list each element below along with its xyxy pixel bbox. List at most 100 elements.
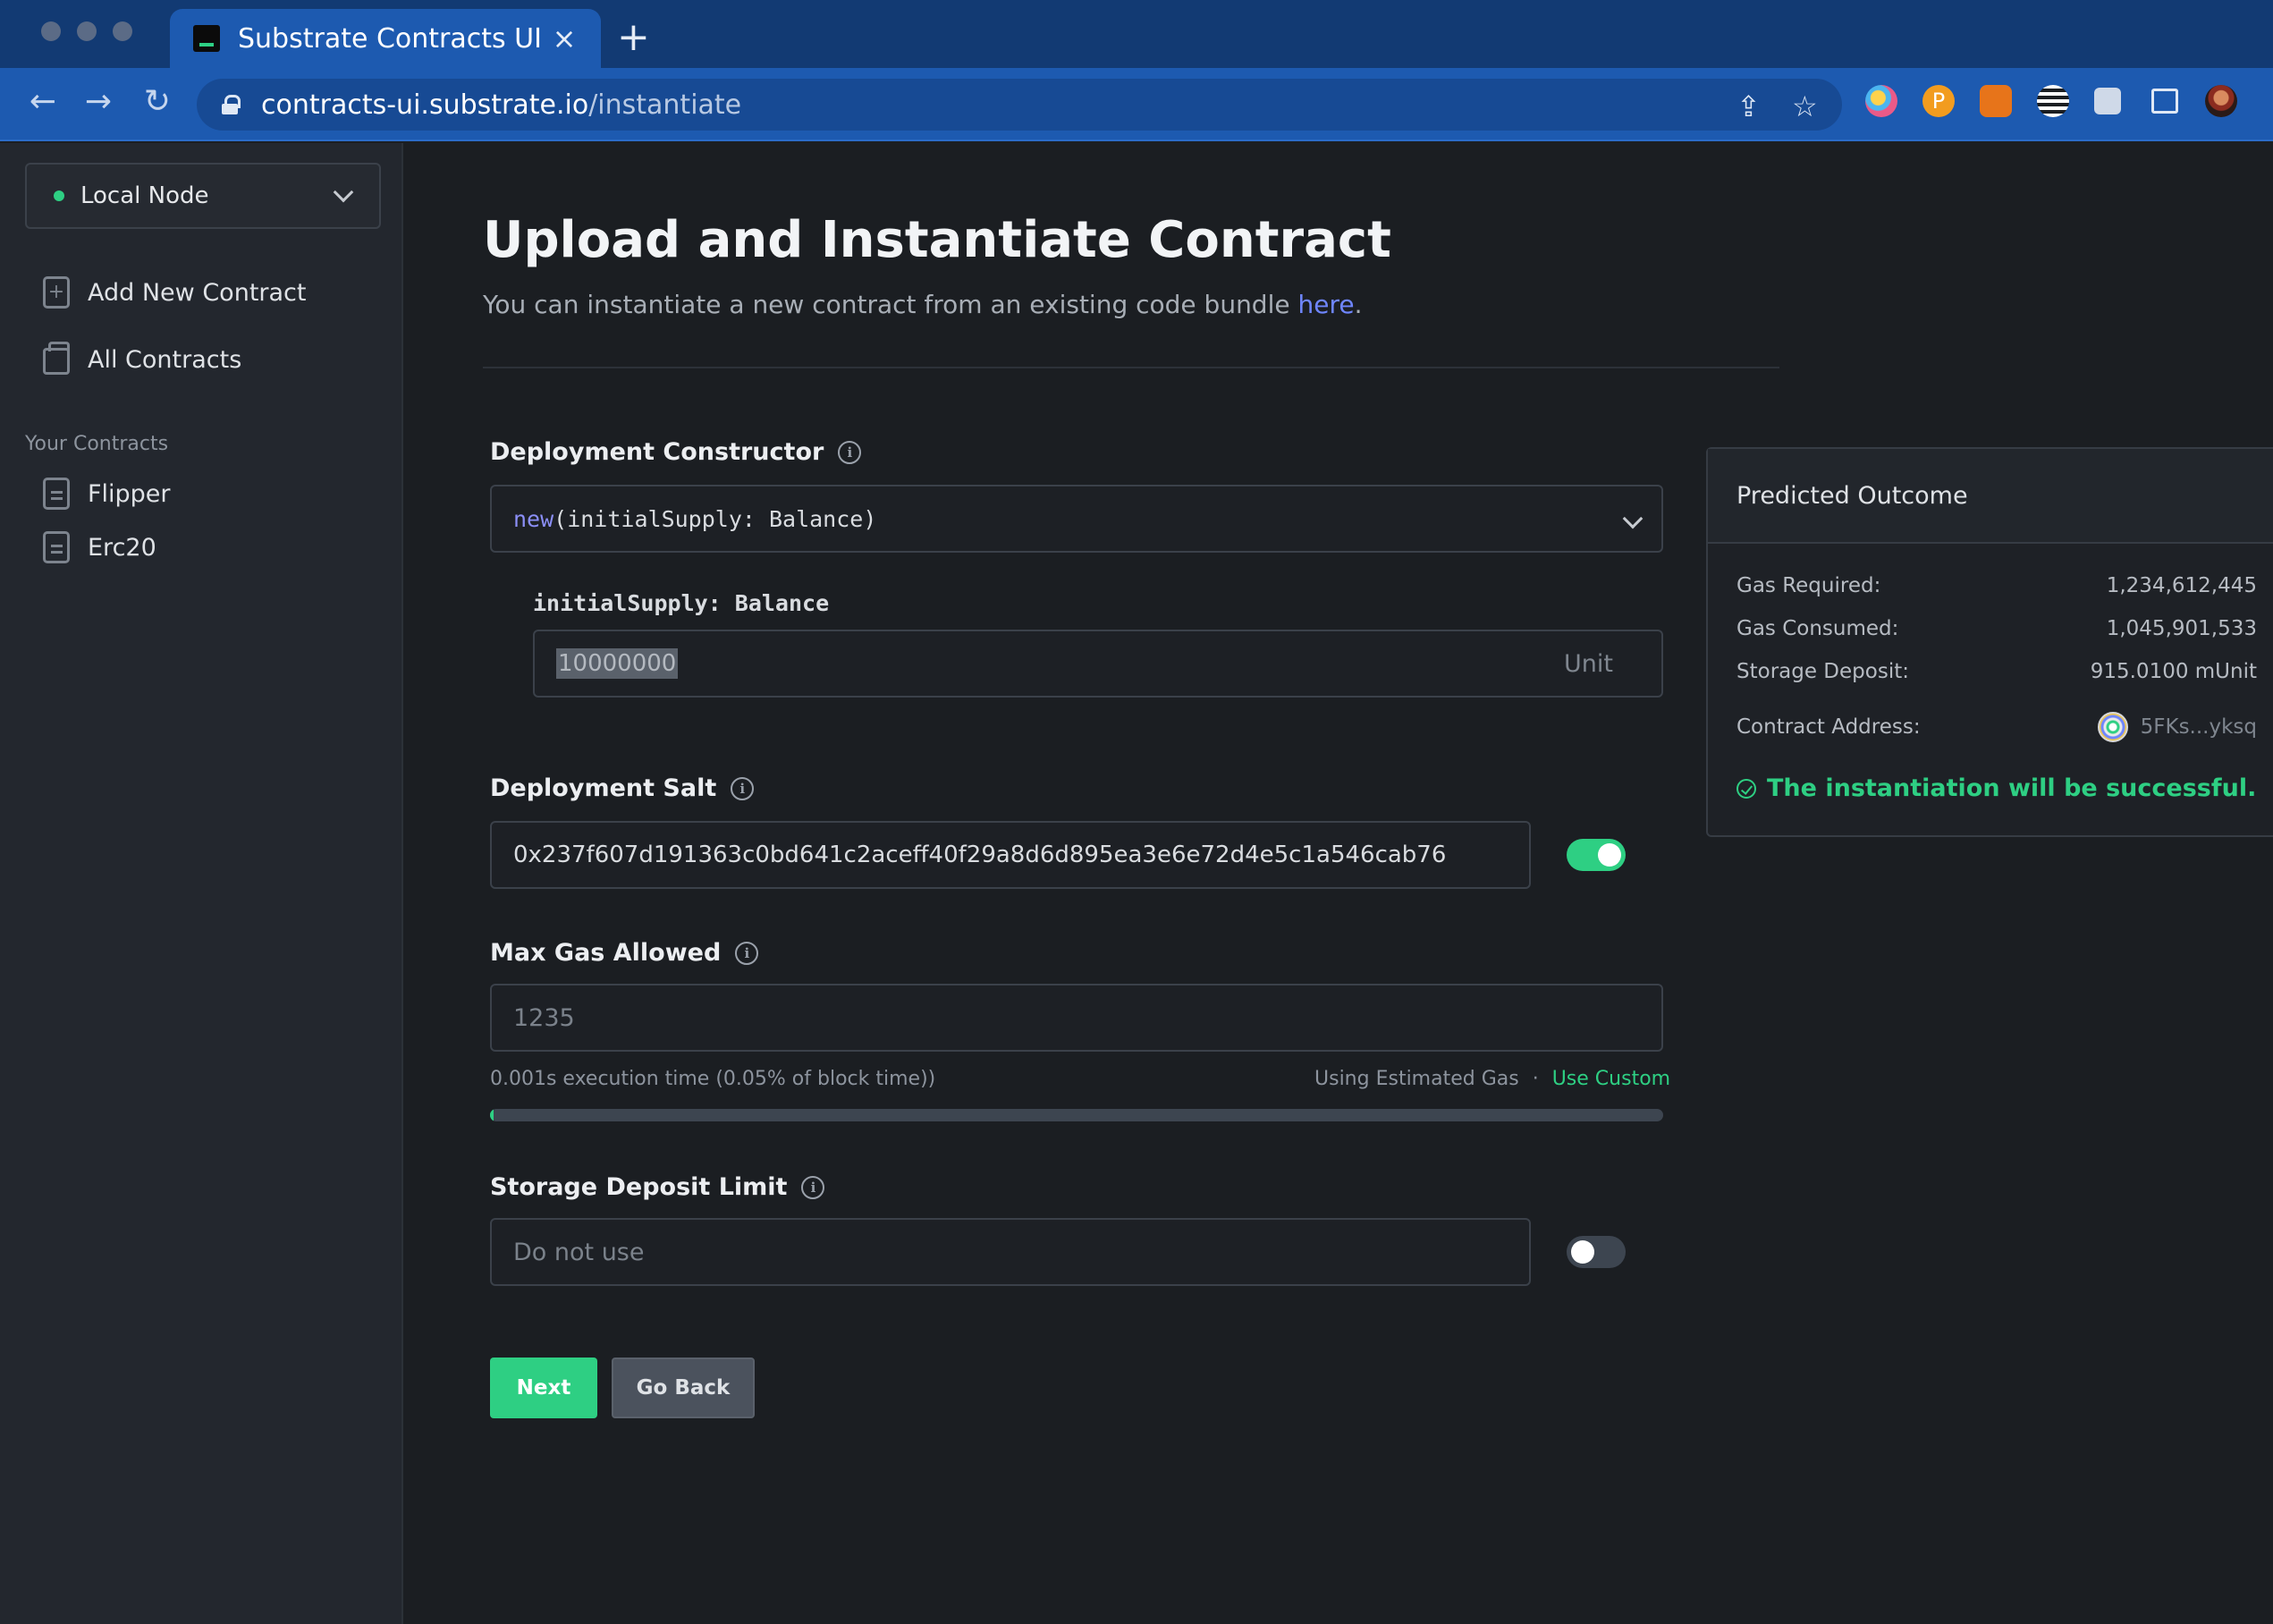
tab-title: Substrate Contracts UI	[238, 22, 542, 55]
sidebar: Local Node Add New Contract All Contract…	[0, 143, 403, 1624]
share-icon[interactable]: ⇪	[1736, 89, 1761, 123]
window-close-dot[interactable]	[41, 21, 61, 41]
go-back-button[interactable]: Go Back	[612, 1358, 755, 1418]
salt-label: Deployment Salt i	[490, 774, 755, 802]
constructor-label-text: Deployment Constructor	[490, 438, 824, 466]
estimated-gas-text: Using Estimated Gas	[1314, 1068, 1519, 1090]
sidebar-item-flipper[interactable]: Flipper	[43, 474, 171, 513]
execution-time-text: 0.001s execution time (0.05% of block ti…	[490, 1068, 936, 1090]
sidebar-item-label: All Contracts	[88, 345, 242, 374]
sidebar-item-erc20[interactable]: Erc20	[43, 528, 156, 567]
here-link[interactable]: here	[1298, 290, 1355, 319]
polkadot-ext-icon[interactable]: P	[1922, 85, 1955, 117]
page-subtitle: You can instantiate a new contract from …	[483, 290, 1363, 319]
lock-icon[interactable]	[222, 95, 241, 114]
back-icon[interactable]: ←	[25, 84, 61, 120]
document-icon	[43, 531, 70, 563]
divider	[483, 367, 1779, 368]
unit-label: Unit	[1564, 649, 1613, 678]
sidebar-item-all-contracts[interactable]: All Contracts	[43, 340, 241, 379]
next-button[interactable]: Next	[490, 1358, 597, 1418]
info-icon[interactable]: i	[838, 440, 862, 464]
max-gas-label: Max Gas Allowed i	[490, 939, 759, 967]
outcome-key: Gas Consumed:	[1736, 617, 1899, 640]
outcome-title: Predicted Outcome	[1708, 449, 2273, 544]
node-label: Local Node	[80, 182, 209, 209]
constructor-keyword: new	[513, 505, 554, 532]
tab-close-icon[interactable]: ×	[551, 21, 578, 55]
profile-avatar[interactable]	[2205, 85, 2237, 117]
bookmark-star-icon[interactable]: ☆	[1792, 89, 1818, 123]
storage-limit-label-text: Storage Deposit Limit	[490, 1173, 788, 1201]
substrate-favicon-icon	[193, 25, 220, 52]
reload-icon[interactable]: ↻	[139, 84, 175, 120]
info-icon[interactable]: i	[735, 941, 759, 965]
constructor-select[interactable]: new (initialSupply: Balance)	[490, 485, 1663, 553]
node-select[interactable]: Local Node	[25, 163, 381, 229]
window-minimize-dot[interactable]	[77, 21, 97, 41]
subtitle-text: You can instantiate a new contract from …	[483, 290, 1298, 319]
predicted-outcome-panel: Predicted Outcome Gas Required: 1,234,61…	[1706, 447, 2273, 837]
salt-label-text: Deployment Salt	[490, 774, 717, 802]
salt-value: 0x237f607d191363c0bd641c2aceff40f29a8d6d…	[513, 842, 1447, 868]
add-file-icon	[43, 276, 70, 309]
identicon-icon	[2097, 712, 2128, 742]
outcome-value: 915.0100 mUnit	[2090, 660, 2257, 683]
outcome-value: 1,045,901,533	[2106, 617, 2257, 640]
new-tab-icon[interactable]: +	[617, 16, 650, 59]
check-circle-icon	[1736, 778, 1756, 799]
rainbow-ext-icon[interactable]	[1865, 85, 1897, 117]
contract-address-value: 5FKs...yksq	[2140, 715, 2257, 739]
chevron-down-icon	[1622, 508, 1643, 529]
gas-progress-fill	[490, 1109, 494, 1121]
use-custom-link[interactable]: Use Custom	[1552, 1068, 1670, 1090]
info-icon[interactable]: i	[801, 1175, 825, 1199]
storage-limit-toggle[interactable]	[1567, 1236, 1626, 1268]
success-text: The instantiation will be successful.	[1767, 774, 2257, 802]
max-gas-input[interactable]: 1235	[490, 984, 1663, 1052]
storage-limit-input[interactable]: Do not use	[490, 1218, 1531, 1286]
sidebar-item-label: Flipper	[88, 479, 171, 508]
outcome-value: 1,234,612,445	[2106, 574, 2257, 597]
toggle-knob	[1598, 843, 1621, 867]
page-title: Upload and Instantiate Contract	[483, 211, 1391, 269]
contract-address[interactable]: 5FKs...yksq	[2097, 712, 2257, 742]
url-path: /instantiate	[588, 89, 742, 121]
sidebar-item-label: Erc20	[88, 533, 156, 562]
sidepanel-icon[interactable]	[2151, 89, 2178, 114]
outcome-row-contract-address: Contract Address: 5FKs...yksq	[1736, 712, 2257, 742]
salt-toggle[interactable]	[1567, 839, 1626, 871]
gas-mode-helper: Using Estimated Gas · Use Custom	[1314, 1068, 1670, 1090]
forward-icon[interactable]: →	[80, 84, 116, 120]
outcome-row-storage-deposit: Storage Deposit: 915.0100 mUnit	[1736, 660, 2257, 683]
sidebar-item-add-new-contract[interactable]: Add New Contract	[43, 273, 306, 312]
initial-supply-value: 10000000	[556, 648, 679, 679]
initial-supply-input[interactable]: 10000000 Unit	[533, 630, 1663, 698]
browser-tab[interactable]: Substrate Contracts UI ×	[170, 9, 601, 68]
metamask-ext-icon[interactable]	[1980, 85, 2012, 117]
window-maximize-dot[interactable]	[113, 21, 132, 41]
address-bar[interactable]: contracts-ui.substrate.io/instantiate ⇪ …	[197, 79, 1842, 131]
success-message: The instantiation will be successful.	[1736, 774, 2256, 802]
sidebar-item-label: Add New Contract	[88, 278, 307, 307]
status-dot	[54, 190, 64, 201]
helper-separator: ·	[1532, 1068, 1539, 1090]
talisman-ext-icon[interactable]	[2037, 85, 2069, 117]
max-gas-label-text: Max Gas Allowed	[490, 939, 722, 967]
subtitle-period: .	[1354, 290, 1363, 319]
info-icon[interactable]: i	[731, 776, 755, 800]
document-icon	[43, 478, 70, 510]
outcome-key: Storage Deposit:	[1736, 660, 1909, 683]
outcome-row-gas-consumed: Gas Consumed: 1,045,901,533	[1736, 617, 2257, 640]
constructor-label: Deployment Constructor i	[490, 438, 862, 466]
chevron-down-icon	[333, 182, 354, 203]
salt-input[interactable]: 0x237f607d191363c0bd641c2aceff40f29a8d6d…	[490, 821, 1531, 889]
browser-titlebar: Substrate Contracts UI × +	[0, 0, 2273, 68]
initial-supply-label: initialSupply: Balance	[533, 590, 830, 616]
constructor-signature: (initialSupply: Balance)	[553, 505, 877, 532]
puzzle-icon[interactable]	[2094, 88, 2121, 114]
max-gas-placeholder: 1235	[513, 1003, 575, 1032]
url-host: contracts-ui.substrate.io	[261, 89, 589, 121]
storage-limit-placeholder: Do not use	[513, 1238, 645, 1266]
outcome-key: Gas Required:	[1736, 574, 1881, 597]
